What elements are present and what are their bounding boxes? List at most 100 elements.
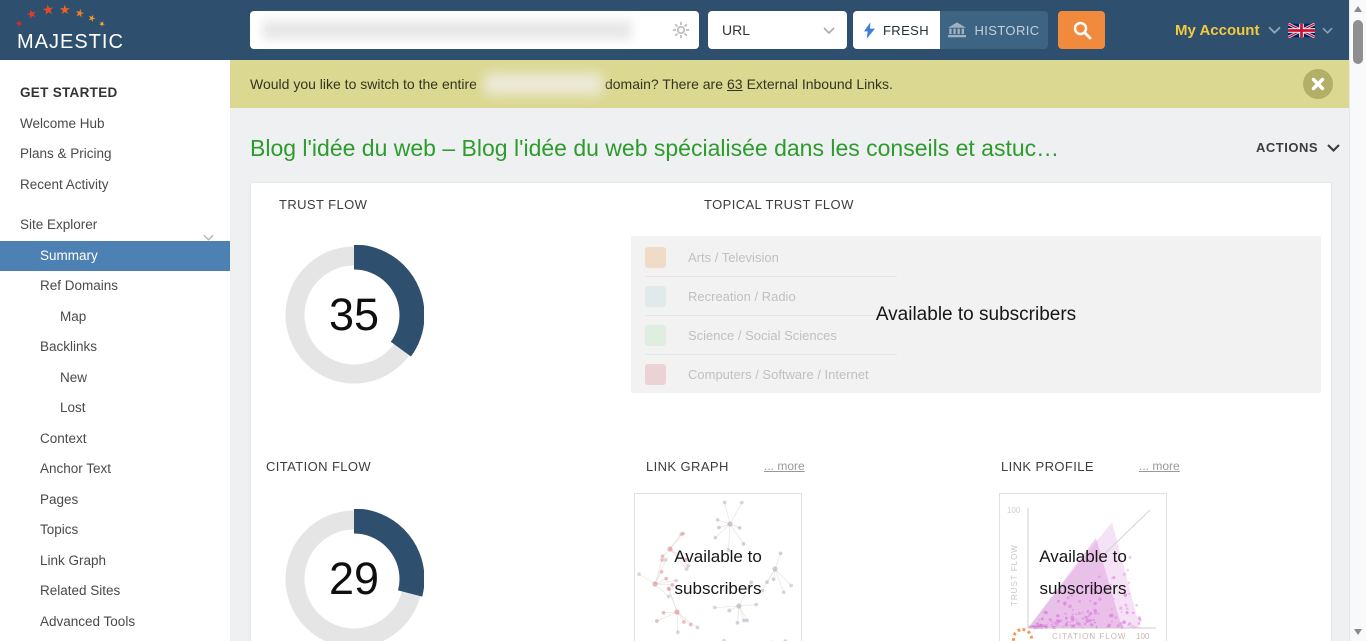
svg-text:100: 100 <box>1136 632 1150 641</box>
topic-label: Arts / Television <box>688 249 779 265</box>
link-profile-more-link[interactable]: ... more <box>1139 459 1180 473</box>
page-scrollbar[interactable] <box>1349 0 1366 641</box>
topical-trust-flow-title: TOPICAL TRUST FLOW <box>704 197 854 212</box>
uk-flag-icon <box>1288 22 1315 38</box>
sidebar-item-backlinks[interactable]: Backlinks <box>0 332 230 363</box>
sidebar-item-recent-activity[interactable]: Recent Activity <box>0 170 230 201</box>
sidebar-item-topics[interactable]: Topics <box>0 515 230 546</box>
search-settings-gear-icon[interactable] <box>672 21 690 39</box>
inbound-links-count-link[interactable]: 63 <box>727 76 743 92</box>
trust-flow-value: 35 <box>328 289 380 340</box>
scroll-up-arrow[interactable] <box>1354 6 1362 12</box>
svg-text:★: ★ <box>97 19 106 29</box>
svg-text:★: ★ <box>24 6 39 23</box>
banner-text-before: Would you like to switch to the entire <box>250 76 477 92</box>
subscribers-overlay-text: subscribers <box>1039 579 1127 598</box>
svg-text:★: ★ <box>41 4 56 18</box>
link-graph-preview: Available to subscribers <box>634 493 802 641</box>
chevron-down-icon <box>1327 143 1340 152</box>
sidebar-item-lost[interactable]: Lost <box>0 393 230 424</box>
summary-card: TRUST FLOW 35 TOPICAL TRUST FLOW Arts / … <box>250 182 1332 641</box>
link-graph-more-link[interactable]: ... more <box>764 459 805 473</box>
sidebar-item-anchor-text[interactable]: Anchor Text <box>0 454 230 485</box>
link-graph-title: LINK GRAPH <box>646 459 729 474</box>
redacted-domain-blur <box>483 73 602 95</box>
my-account-menu[interactable]: My Account <box>1175 0 1282 60</box>
logo-stars-icon: ★ ★ ★ ★ ★ ★ ★ <box>13 1 106 30</box>
scrollbar-thumb[interactable] <box>1353 20 1363 64</box>
index-toggle: FRESH HISTORIC <box>853 11 1048 49</box>
sidebar-item-advanced-tools[interactable]: Advanced Tools <box>0 607 230 638</box>
svg-text:★: ★ <box>59 4 71 17</box>
actions-menu-button[interactable]: ACTIONS <box>1256 140 1340 155</box>
citation-flow-gauge: 29 <box>283 508 425 641</box>
citation-flow-title: CITATION FLOW <box>266 459 372 474</box>
switch-domain-banner: Would you like to switch to the entire d… <box>230 60 1349 108</box>
actions-label: ACTIONS <box>1256 140 1318 155</box>
subscribers-overlay-text: Available to <box>1039 547 1127 566</box>
scatter-plot-preview-icon: 100 TRUST FLOW CITATION FLOW 100 <box>1007 506 1156 641</box>
link-profile-title: LINK PROFILE <box>1001 459 1094 474</box>
historic-label: HISTORIC <box>974 22 1040 38</box>
sidebar-item-context[interactable]: Context <box>0 424 230 455</box>
search-input[interactable] <box>258 15 662 47</box>
banner-message: Would you like to switch to the entire d… <box>250 60 893 108</box>
majestic-app: ★ ★ ★ ★ ★ ★ ★ MAJESTIC URL FRESH HISTORI… <box>0 0 1366 641</box>
fresh-index-button[interactable]: FRESH <box>853 11 940 49</box>
topic-swatch <box>645 324 666 346</box>
network-graph-preview-icon <box>637 500 794 641</box>
majestic-logo[interactable]: ★ ★ ★ ★ ★ ★ ★ MAJESTIC <box>13 1 124 56</box>
sidebar-item-plans-pricing[interactable]: Plans & Pricing <box>0 139 230 170</box>
index-type-select[interactable]: URL <box>708 11 847 49</box>
svg-text:100: 100 <box>1007 506 1021 515</box>
topic-label: Science / Social Sciences <box>688 327 837 343</box>
chevron-down-icon <box>1322 27 1333 34</box>
subscribers-overlay-text: Available to <box>674 547 762 566</box>
banner-text-after: External Inbound Links. <box>746 76 893 92</box>
sidebar-item-related-sites[interactable]: Related Sites <box>0 576 230 607</box>
topic-swatch <box>645 246 666 268</box>
bank-icon <box>948 22 967 38</box>
sidebar-item-map[interactable]: Map <box>0 302 230 333</box>
site-explorer-label: Site Explorer <box>20 217 98 232</box>
sidebar-section-get-started: GET STARTED <box>20 85 118 100</box>
sidebar-item-pages[interactable]: Pages <box>0 485 230 516</box>
topic-swatch <box>645 363 666 385</box>
svg-text:CITATION FLOW: CITATION FLOW <box>1052 632 1126 641</box>
subscribers-overlay-text: subscribers <box>674 579 762 598</box>
chevron-down-icon <box>823 26 835 34</box>
language-menu[interactable] <box>1288 0 1333 60</box>
sidebar-item-link-graph[interactable]: Link Graph <box>0 546 230 577</box>
svg-text:★: ★ <box>86 12 97 24</box>
sidebar-item-welcome-hub[interactable]: Welcome Hub <box>0 109 230 140</box>
search-icon <box>1073 21 1091 40</box>
subscribers-overlay-text: Available to subscribers <box>875 304 1077 325</box>
close-icon <box>1311 77 1325 91</box>
index-type-value: URL <box>722 22 751 38</box>
scroll-down-arrow[interactable] <box>1354 629 1362 635</box>
chevron-down-icon <box>1268 26 1282 34</box>
svg-text:★: ★ <box>74 7 86 21</box>
trust-flow-gauge: 35 <box>283 244 425 386</box>
historic-index-button[interactable]: HISTORIC <box>940 11 1048 49</box>
topical-trust-flow-panel: Arts / Television Recreation / Radio Sci… <box>631 236 1321 393</box>
sidebar-item-site-explorer[interactable]: Site Explorer <box>0 210 230 241</box>
trust-flow-title: TRUST FLOW <box>279 197 368 212</box>
fresh-label: FRESH <box>882 22 930 38</box>
sidebar-item-ref-domains[interactable]: Ref Domains <box>0 271 230 302</box>
page-title: Blog l'idée du web – Blog l'idée du web … <box>250 135 1060 161</box>
topic-label: Computers / Software / Internet <box>688 366 869 382</box>
sidebar-item-new[interactable]: New <box>0 363 230 394</box>
svg-text:★: ★ <box>14 17 25 29</box>
sidebar-item-summary[interactable]: Summary <box>0 240 230 271</box>
topic-label: Recreation / Radio <box>688 288 796 304</box>
top-navbar: ★ ★ ★ ★ ★ ★ ★ MAJESTIC URL FRESH HISTORI… <box>0 0 1349 60</box>
link-profile-preview: 100 TRUST FLOW CITATION FLOW 100 Availab… <box>999 493 1167 641</box>
banner-text-middle: domain? There are <box>604 76 724 92</box>
banner-close-button[interactable] <box>1303 69 1333 99</box>
search-submit-button[interactable] <box>1058 11 1105 49</box>
my-account-label: My Account <box>1175 21 1260 39</box>
legend-row: Arts / Television <box>645 238 897 277</box>
lightning-icon <box>863 21 875 39</box>
